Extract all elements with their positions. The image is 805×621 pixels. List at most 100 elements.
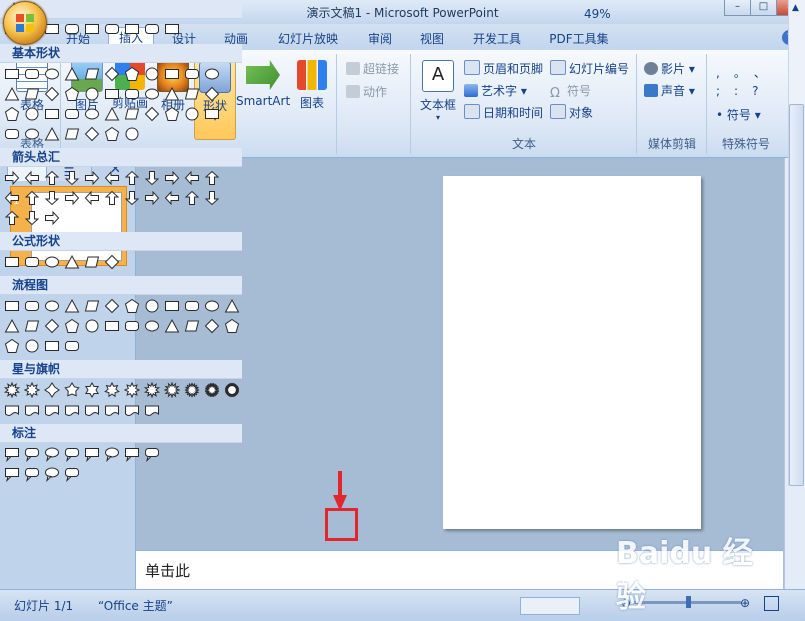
gallery-shape-item[interactable]: [104, 170, 120, 186]
gallery-shape-item[interactable]: [104, 446, 120, 462]
gallery-shape-item[interactable]: [24, 338, 40, 354]
gallery-shape-item[interactable]: [104, 66, 120, 82]
gallery-shape-item[interactable]: [64, 382, 80, 398]
movie-button[interactable]: 影片 ▾: [644, 60, 695, 77]
gallery-shape-item[interactable]: [164, 86, 180, 102]
tab-review[interactable]: 审阅: [360, 29, 400, 49]
gallery-shape-item[interactable]: [124, 446, 140, 462]
object-button[interactable]: 对象: [550, 104, 593, 121]
gallery-shape-item[interactable]: [4, 402, 20, 418]
gallery-shape-item[interactable]: [64, 21, 80, 37]
gallery-shape-item[interactable]: [64, 126, 80, 142]
gallery-shape-item[interactable]: [44, 466, 60, 482]
gallery-shape-item[interactable]: [4, 170, 20, 186]
gallery-shape-item[interactable]: [64, 318, 80, 334]
gallery-shape-item[interactable]: [44, 318, 60, 334]
gallery-shape-item[interactable]: [104, 86, 120, 102]
gallery-shape-item[interactable]: [44, 170, 60, 186]
char-period[interactable]: 。: [734, 66, 754, 80]
gallery-shape-item[interactable]: [184, 190, 200, 206]
office-button[interactable]: [3, 1, 47, 45]
gallery-shape-item[interactable]: [184, 66, 200, 82]
gallery-shape-item[interactable]: [64, 106, 80, 122]
gallery-shape-item[interactable]: [24, 298, 40, 314]
gallery-shape-item[interactable]: [124, 106, 140, 122]
gallery-shape-item[interactable]: [44, 338, 60, 354]
gallery-shape-item[interactable]: [24, 106, 40, 122]
sound-button[interactable]: 声音 ▾: [644, 82, 695, 99]
gallery-shape-item[interactable]: [44, 254, 60, 270]
tab-pdf-tools[interactable]: PDF工具集: [542, 29, 616, 49]
gallery-shape-item[interactable]: [4, 210, 20, 226]
gallery-shape-item[interactable]: [64, 190, 80, 206]
gallery-shape-item[interactable]: [104, 318, 120, 334]
gallery-shape-item[interactable]: [124, 318, 140, 334]
gallery-shape-item[interactable]: [144, 86, 160, 102]
char-colon[interactable]: :: [734, 84, 752, 98]
gallery-shape-item[interactable]: [184, 170, 200, 186]
gallery-shape-item[interactable]: [164, 106, 180, 122]
char-dunhao[interactable]: 、: [754, 66, 780, 80]
gallery-shape-item[interactable]: [144, 66, 160, 82]
gallery-shape-item[interactable]: [204, 298, 220, 314]
view-buttons[interactable]: [520, 597, 580, 615]
gallery-shape-item[interactable]: [84, 126, 100, 142]
special-symbol-button[interactable]: • 符号 ▾: [716, 106, 761, 123]
slide-canvas[interactable]: [443, 176, 701, 529]
gallery-shape-item[interactable]: [144, 446, 160, 462]
gallery-shape-item[interactable]: [204, 382, 220, 398]
gallery-shape-item[interactable]: [204, 170, 220, 186]
gallery-shape-item[interactable]: [64, 66, 80, 82]
gallery-shape-item[interactable]: [44, 298, 60, 314]
gallery-shape-item[interactable]: [4, 318, 20, 334]
gallery-shape-item[interactable]: [84, 254, 100, 270]
gallery-shape-item[interactable]: [24, 170, 40, 186]
gallery-shape-item[interactable]: [104, 254, 120, 270]
gallery-shape-item[interactable]: [4, 298, 20, 314]
gallery-shape-item[interactable]: [64, 298, 80, 314]
gallery-shape-item[interactable]: [84, 382, 100, 398]
gallery-shape-item[interactable]: [64, 254, 80, 270]
smartart-button[interactable]: SmartArt: [236, 60, 290, 108]
char-question[interactable]: ?: [752, 84, 772, 98]
special-chars-row-2[interactable]: ;:?: [716, 84, 772, 98]
gallery-shape-item[interactable]: [204, 190, 220, 206]
symbol-button[interactable]: Ω 符号: [550, 82, 591, 100]
gallery-shape-item[interactable]: [24, 402, 40, 418]
zoom-level[interactable]: 49%: [584, 7, 611, 21]
char-comma[interactable]: ,: [716, 66, 734, 80]
gallery-shape-item[interactable]: [224, 382, 240, 398]
special-chars-row-1[interactable]: ,。、: [716, 64, 780, 81]
gallery-shape-item[interactable]: [24, 86, 40, 102]
gallery-shape-item[interactable]: [4, 86, 20, 102]
gallery-shape-item[interactable]: [164, 170, 180, 186]
gallery-shape-item[interactable]: [24, 446, 40, 462]
gallery-shape-item[interactable]: [84, 170, 100, 186]
gallery-shape-item[interactable]: [164, 190, 180, 206]
gallery-shape-item[interactable]: [64, 446, 80, 462]
gallery-shape-item[interactable]: [84, 402, 100, 418]
gallery-shape-item[interactable]: [44, 126, 60, 142]
gallery-shape-item[interactable]: [104, 21, 120, 37]
gallery-shape-item[interactable]: [164, 21, 180, 37]
star-10-point-shape[interactable]: [144, 382, 160, 398]
gallery-shape-item[interactable]: [144, 402, 160, 418]
gallery-shape-item[interactable]: [4, 190, 20, 206]
tab-slideshow[interactable]: 幻灯片放映: [270, 29, 346, 49]
gallery-shape-item[interactable]: [104, 126, 120, 142]
gallery-shape-item[interactable]: [64, 402, 80, 418]
gallery-shape-item[interactable]: [24, 466, 40, 482]
gallery-shape-item[interactable]: [184, 86, 200, 102]
gallery-shape-item[interactable]: [104, 106, 120, 122]
gallery-shape-item[interactable]: [24, 126, 40, 142]
gallery-shape-item[interactable]: [84, 86, 100, 102]
chart-button[interactable]: 图表: [294, 60, 330, 111]
textbox-button[interactable]: A 文本框 ▾: [418, 60, 458, 122]
gallery-shape-item[interactable]: [44, 446, 60, 462]
gallery-shape-item[interactable]: [184, 106, 200, 122]
gallery-shape-item[interactable]: [4, 338, 20, 354]
gallery-shape-item[interactable]: [84, 190, 100, 206]
gallery-shape-item[interactable]: [84, 106, 100, 122]
gallery-shape-item[interactable]: [84, 21, 100, 37]
gallery-shape-item[interactable]: [124, 126, 140, 142]
